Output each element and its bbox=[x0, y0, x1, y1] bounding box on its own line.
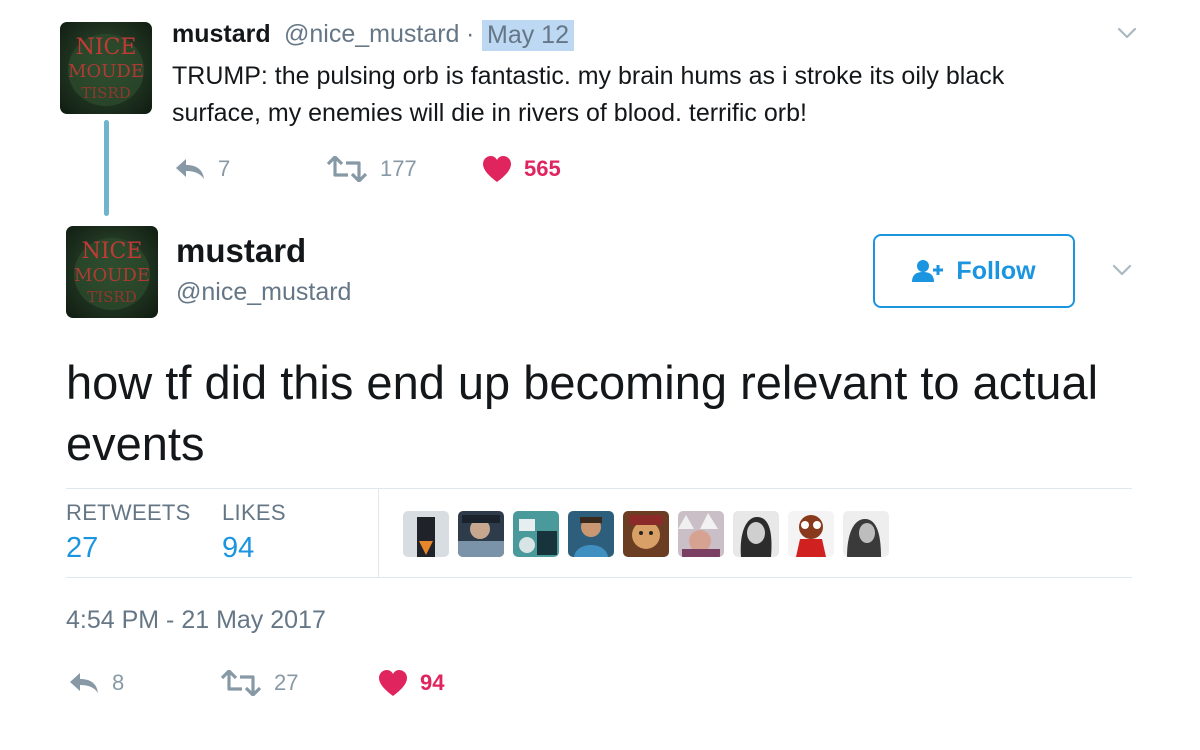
divider bbox=[66, 488, 1132, 489]
reply-button[interactable]: 8 bbox=[68, 670, 124, 696]
retweets-stat[interactable]: RETWEETS 27 bbox=[66, 500, 191, 565]
liker-avatar[interactable] bbox=[403, 511, 449, 557]
tweet-text: TRUMP: the pulsing orb is fantastic. my … bbox=[172, 62, 1005, 127]
heart-icon bbox=[483, 156, 511, 182]
liker-avatar[interactable] bbox=[843, 511, 889, 557]
divider bbox=[66, 577, 1132, 578]
reply-icon bbox=[70, 673, 98, 693]
tweet-timestamp[interactable]: 4:54 PM - 21 May 2017 bbox=[66, 606, 326, 635]
retweets-value: 27 bbox=[66, 532, 99, 564]
avatar[interactable]: NICE MOUDE TISRD bbox=[60, 22, 152, 114]
follow-button[interactable]: Follow bbox=[873, 234, 1075, 308]
like-count: 94 bbox=[420, 670, 445, 695]
liker-avatar[interactable] bbox=[513, 511, 559, 557]
reply-count: 8 bbox=[112, 670, 125, 695]
thread-connector-line bbox=[104, 120, 109, 216]
reply-icon bbox=[176, 159, 204, 179]
like-count: 565 bbox=[524, 156, 561, 181]
avatar-image: NICE MOUDE TISRD bbox=[68, 34, 144, 106]
tweet-text: how tf did this end up becoming relevant… bbox=[66, 356, 1099, 470]
svg-text:NICE: NICE bbox=[82, 239, 143, 264]
retweet-button[interactable]: 177 bbox=[326, 156, 417, 182]
liker-avatar[interactable] bbox=[678, 511, 724, 557]
separator-dot: · bbox=[466, 20, 475, 48]
avatar[interactable]: NICE MOUDE TISRD bbox=[66, 226, 158, 318]
retweet-button[interactable]: 27 bbox=[220, 670, 298, 696]
liker-avatar[interactable] bbox=[458, 511, 504, 557]
retweet-count: 177 bbox=[380, 156, 417, 181]
author-handle[interactable]: @nice_mustard bbox=[176, 278, 351, 307]
author-name[interactable]: mustard bbox=[176, 232, 306, 270]
retweets-label: RETWEETS bbox=[66, 500, 191, 525]
reply-count: 7 bbox=[218, 156, 231, 181]
liker-avatar[interactable] bbox=[568, 511, 614, 557]
follow-person-icon bbox=[912, 260, 944, 282]
liker-avatar[interactable] bbox=[623, 511, 669, 557]
likes-value: 94 bbox=[222, 532, 255, 564]
heart-icon bbox=[379, 670, 407, 696]
svg-text:MOUDE: MOUDE bbox=[74, 265, 150, 286]
retweet-count: 27 bbox=[274, 670, 299, 695]
reply-button[interactable]: 7 bbox=[174, 156, 230, 182]
chevron-down-icon[interactable] bbox=[1117, 27, 1137, 39]
chevron-down-icon[interactable] bbox=[1112, 264, 1132, 276]
tweet-date-link[interactable]: May 12 bbox=[482, 20, 574, 51]
svg-text:NICE: NICE bbox=[76, 35, 137, 60]
retweet-icon bbox=[326, 156, 368, 182]
author-name[interactable]: mustard bbox=[172, 20, 271, 49]
svg-text:TISRD: TISRD bbox=[81, 84, 131, 102]
author-handle[interactable]: @nice_mustard bbox=[284, 20, 459, 49]
svg-text:MOUDE: MOUDE bbox=[68, 61, 144, 82]
avatar-image: NICE MOUDE TISRD bbox=[74, 238, 150, 310]
like-button[interactable]: 94 bbox=[378, 669, 444, 697]
retweet-icon bbox=[220, 670, 262, 696]
divider bbox=[378, 489, 379, 577]
likes-label: LIKES bbox=[222, 500, 286, 525]
svg-text:TISRD: TISRD bbox=[87, 288, 137, 306]
liker-avatar[interactable] bbox=[733, 511, 779, 557]
liker-avatar[interactable] bbox=[788, 511, 834, 557]
like-button[interactable]: 565 bbox=[482, 155, 561, 183]
likes-stat[interactable]: LIKES 94 bbox=[222, 500, 286, 565]
follow-button-label: Follow bbox=[956, 256, 1036, 285]
